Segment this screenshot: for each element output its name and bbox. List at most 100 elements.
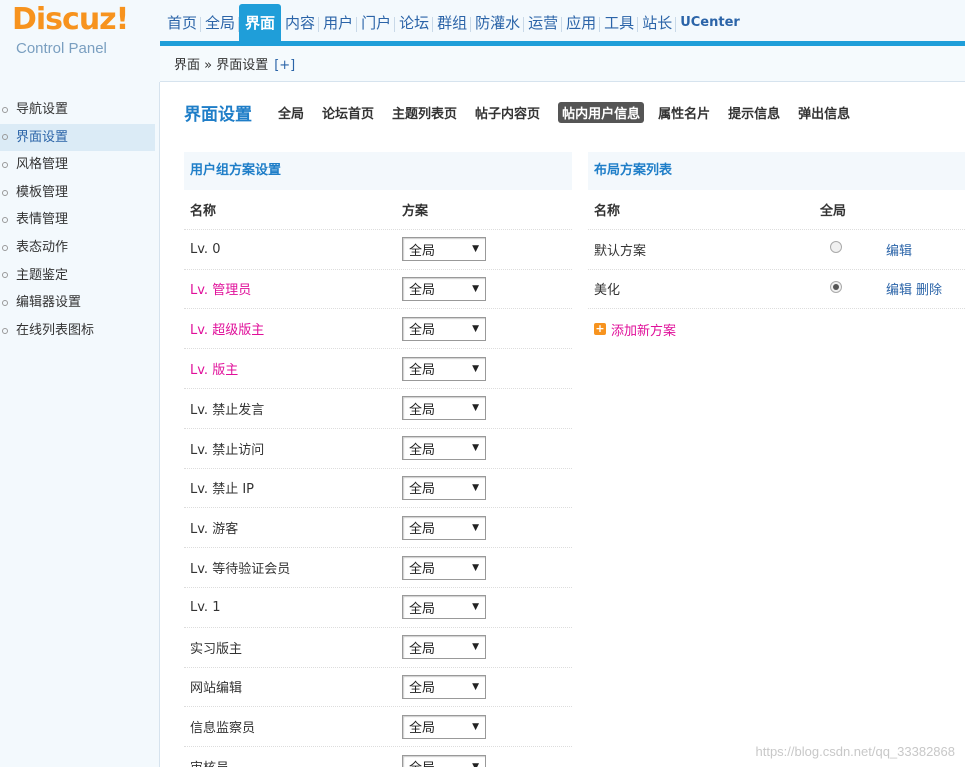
tab-7[interactable]: 弹出信息 [798,103,850,122]
usergroup-rows: Lv. 0 全局 ▼ Lv. 管理员 全局 ▼ Lv. 超级版主 全局 ▼ Lv. 版主 全局 ▼ Lv… [184,230,572,767]
scheme-select[interactable]: 全局 ▼ [402,595,486,620]
bullet-icon [2,106,8,113]
topnav-item-4[interactable]: 用户 [319,8,358,44]
table-row: 默认方案 编辑 [588,230,965,270]
bullet-icon [2,217,8,224]
sidebar-item-5[interactable]: 表态动作 [0,234,159,262]
column-scheme-header: 方案 [402,203,429,219]
breadcrumb-add-shortcut[interactable]: [+] [274,58,295,73]
layout-name: 默认方案 [594,243,647,259]
scheme-cell: 全局 ▼ [402,237,572,262]
sidebar-item-6[interactable]: 主题鉴定 [0,262,159,290]
topnav-item-5[interactable]: 门户 [357,8,396,44]
add-layout-label: 添加新方案 [611,323,677,339]
topnav-item-12[interactable]: 站长 [638,8,677,44]
scheme-select[interactable]: 全局 ▼ [402,475,486,500]
topnav-item-3[interactable]: 内容 [281,8,320,44]
table-row: 实习版主 全局 ▼ [184,628,572,668]
topnav-item-10[interactable]: 应用 [562,8,601,44]
usergroup-name: Lv. 1 [190,599,221,615]
sidebar-item-8[interactable]: 在线列表图标 [0,317,159,345]
sidebar-item-4[interactable]: 表情管理 [0,206,159,234]
layout-scheme-panel: 布局方案列表 名称 全局 默认方案 编辑 美化 编辑 删除 + 添加新方案 [588,152,965,349]
global-radio[interactable] [830,241,842,254]
scheme-cell: 全局 ▼ [402,674,572,699]
scheme-select-value: 全局 [409,681,436,697]
topnav-item-1[interactable]: 全局 [201,8,240,44]
scheme-select[interactable]: 全局 ▼ [402,356,486,381]
dropdown-arrow-icon: ▼ [472,721,479,732]
control-panel-label: Control Panel [16,40,107,57]
breadcrumb-text: 界面 » 界面设置 [174,58,269,73]
sidebar-item-label: 表情管理 [16,212,69,228]
tab-1[interactable]: 论坛首页 [322,103,374,122]
table-row: 美化 编辑 删除 [588,270,965,310]
sidebar-item-2[interactable]: 风格管理 [0,151,159,179]
topnav-item-11[interactable]: 工具 [600,8,639,44]
sidebar-item-7[interactable]: 编辑器设置 [0,289,159,317]
bullet-icon [2,244,8,251]
tab-4[interactable]: 帖内用户信息 [558,102,645,123]
scheme-cell: 全局 ▼ [402,754,572,767]
table-row: Lv. 超级版主 全局 ▼ [184,309,572,350]
scheme-select[interactable]: 全局 ▼ [402,754,486,767]
tab-5[interactable]: 属性名片 [658,103,710,122]
sidebar-item-label: 风格管理 [16,157,69,173]
bullet-icon [2,272,8,279]
tab-2[interactable]: 主题列表页 [392,103,457,122]
topnav-item-2[interactable]: 界面 [239,4,282,44]
scheme-select[interactable]: 全局 ▼ [402,316,486,341]
scheme-select[interactable]: 全局 ▼ [402,555,486,580]
column-name-header: 名称 [190,203,217,219]
bullet-icon [2,189,8,196]
bullet-icon [2,161,8,168]
global-radio[interactable] [830,280,842,293]
scheme-select[interactable]: 全局 ▼ [402,515,486,540]
scheme-select[interactable]: 全局 ▼ [402,674,486,699]
usergroup-name: 信息监察员 [190,721,256,737]
scheme-select-value: 全局 [409,601,436,617]
scheme-cell: 全局 ▼ [402,475,572,500]
top-navigation: 首页 全局 界面 内容 用户 门户 论坛 群组 防灌水 运营 应用 工具 站长 UCenter [163,0,744,44]
add-layout-button[interactable]: + 添加新方案 [588,309,965,349]
scheme-select[interactable]: 全局 ▼ [402,714,486,739]
sidebar: 导航设置界面设置风格管理模板管理表情管理表态动作主题鉴定 编辑器设置 在线列表图标 [0,82,160,767]
layout-action-link[interactable]: 删除 [916,283,942,298]
scheme-select[interactable]: 全局 ▼ [402,396,486,421]
scheme-select-value: 全局 [409,522,436,538]
sidebar-item-1[interactable]: 界面设置 [0,123,155,152]
sidebar-item-3[interactable]: 模板管理 [0,179,159,207]
topnav-item-6[interactable]: 论坛 [395,8,434,44]
usergroup-scheme-heading: 用户组方案设置 [184,152,572,190]
table-row: Lv. 禁止 IP 全局 ▼ [184,469,572,509]
topnav-item-7[interactable]: 群组 [433,8,472,44]
scheme-select[interactable]: 全局 ▼ [402,276,486,301]
scheme-select[interactable]: 全局 ▼ [402,436,486,461]
topnav-item-0[interactable]: 首页 [163,8,202,44]
layout-action-link[interactable]: 编辑 [886,244,912,259]
scheme-select[interactable]: 全局 ▼ [402,237,486,262]
topnav-item-8[interactable]: 防灌水 [471,8,525,44]
layout-action-link[interactable]: 编辑 [886,283,912,298]
dropdown-arrow-icon: ▼ [472,642,479,653]
usergroup-name: Lv. 游客 [190,522,239,538]
table-row: Lv. 管理员 全局 ▼ [184,270,572,310]
scheme-cell: 全局 ▼ [402,714,572,739]
sidebar-item-label: 表态动作 [16,239,69,255]
topnav-item-9[interactable]: 运营 [524,8,563,44]
table-row: 网站编辑 全局 ▼ [184,668,572,708]
layout-global-cell [820,241,886,257]
dropdown-arrow-icon: ▼ [472,761,479,767]
topnav-item-13[interactable]: UCenter [676,8,744,44]
tab-0[interactable]: 全局 [278,103,304,122]
scheme-select[interactable]: 全局 ▼ [402,635,486,660]
scheme-select-value: 全局 [409,721,436,737]
discuz-logo[interactable]: Discuz! [12,2,129,37]
tab-6[interactable]: 提示信息 [728,103,780,122]
layout-name: 美化 [594,283,621,299]
logo-area: Discuz! Control Panel [0,0,160,82]
tab-3[interactable]: 帖子内容页 [475,103,540,122]
dropdown-arrow-icon: ▼ [472,244,479,255]
sidebar-item-label: 导航设置 [16,102,69,117]
sidebar-item-0[interactable]: 导航设置 [0,96,159,124]
